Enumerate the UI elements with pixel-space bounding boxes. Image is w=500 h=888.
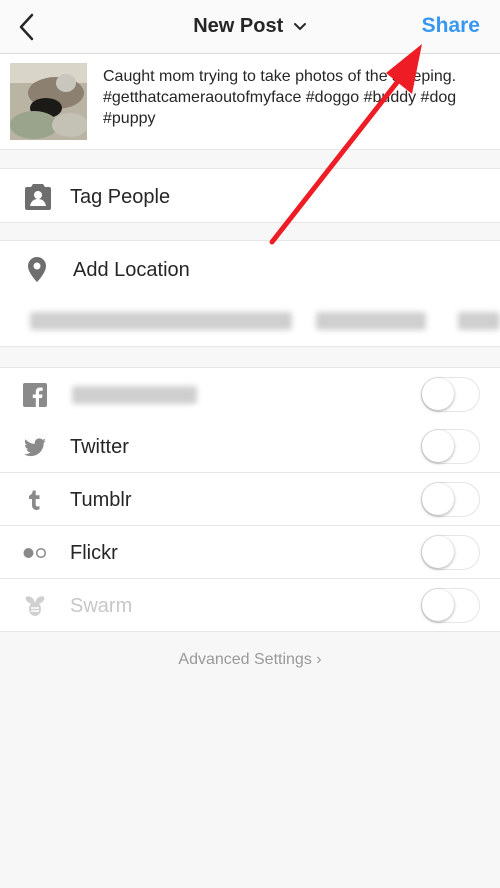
location-suggestions [0, 296, 500, 347]
tag-people-row[interactable]: Tag People [0, 168, 500, 223]
advanced-settings-link[interactable]: Advanced Settings › [0, 651, 500, 669]
facebook-toggle[interactable] [421, 377, 480, 412]
twitter-label: Twitter [70, 436, 129, 458]
caption-row: Caught mom trying to take photos of the … [0, 54, 500, 150]
tumblr-label: Tumblr [70, 489, 132, 511]
share-row-facebook [0, 367, 500, 421]
flickr-icon [23, 547, 47, 559]
tag-person-icon [25, 184, 51, 210]
facebook-account-name [72, 386, 197, 404]
swarm-toggle[interactable] [421, 588, 480, 623]
tumblr-toggle[interactable] [421, 482, 480, 517]
location-suggestion[interactable] [316, 312, 426, 330]
toggle-knob [422, 378, 454, 410]
twitter-icon [24, 438, 46, 457]
tag-people-label: Tag People [70, 186, 171, 208]
flickr-label: Flickr [70, 542, 118, 564]
post-thumbnail[interactable] [10, 63, 87, 140]
toggle-knob [422, 589, 454, 621]
swarm-icon [25, 596, 45, 616]
caption-text[interactable]: Caught mom trying to take photos of the … [103, 66, 493, 129]
share-row-flickr: Flickr [0, 526, 500, 579]
add-location-label: Add Location [73, 259, 190, 281]
toggle-knob [422, 483, 454, 515]
share-row-swarm: Swarm [0, 579, 500, 632]
tumblr-icon [29, 490, 40, 510]
toggle-knob [422, 536, 454, 568]
location-suggestion[interactable] [30, 312, 292, 330]
flickr-toggle[interactable] [421, 535, 480, 570]
share-row-tumblr: Tumblr [0, 473, 500, 526]
swarm-label: Swarm [70, 595, 133, 617]
page-title-label: New Post [193, 15, 284, 37]
location-suggestion[interactable] [458, 312, 500, 330]
top-bar: New Post Share [0, 0, 500, 54]
twitter-toggle[interactable] [421, 429, 480, 464]
add-location-row[interactable]: Add Location [0, 240, 500, 296]
share-row-twitter: Twitter [0, 420, 500, 473]
location-pin-icon [28, 257, 46, 282]
toggle-knob [422, 430, 454, 462]
facebook-icon [23, 383, 47, 407]
share-button[interactable]: Share [422, 14, 480, 38]
chevron-down-icon [293, 22, 306, 31]
